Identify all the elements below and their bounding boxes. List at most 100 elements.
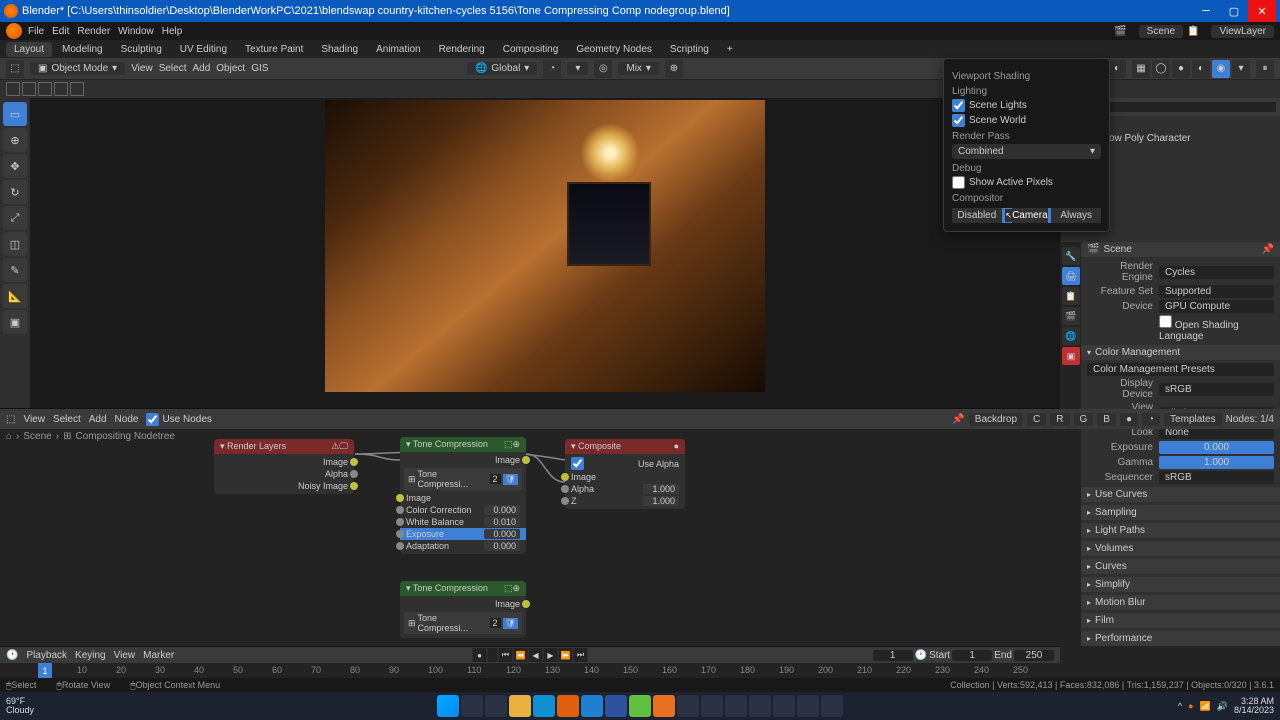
play-reverse-button[interactable]: ◀ bbox=[529, 648, 543, 662]
tab-uvediting[interactable]: UV Editing bbox=[172, 42, 235, 57]
gamma-field[interactable]: 1.000 bbox=[1159, 456, 1274, 469]
scene-selector[interactable]: Scene bbox=[1139, 25, 1183, 38]
jump-prev-button[interactable]: ⏪ bbox=[514, 648, 528, 662]
color-management-section[interactable]: Color Management bbox=[1081, 345, 1280, 360]
sec-performance[interactable]: Performance bbox=[1081, 631, 1280, 646]
tab-sculpting[interactable]: Sculpting bbox=[113, 42, 170, 57]
vscode-icon[interactable] bbox=[581, 695, 603, 717]
search-button[interactable] bbox=[461, 695, 483, 717]
tab-texturepaint[interactable]: Texture Paint bbox=[237, 42, 311, 57]
matprev-shading[interactable]: ◐ bbox=[1192, 60, 1210, 78]
channel-a[interactable]: ● bbox=[1120, 413, 1138, 426]
compositor-disabled[interactable]: Disabled bbox=[952, 208, 1002, 223]
device-selector[interactable]: GPU Compute bbox=[1159, 300, 1274, 313]
solid-shading[interactable]: ● bbox=[1172, 60, 1190, 78]
proptab-render[interactable]: 🔧 bbox=[1062, 247, 1080, 265]
node-menu-node[interactable]: Node bbox=[115, 414, 139, 425]
channel-g[interactable]: G bbox=[1074, 413, 1094, 426]
cursor-icon[interactable]: ⊕ bbox=[665, 60, 683, 78]
render-pass-selector[interactable]: Combined▾ bbox=[952, 144, 1101, 159]
render-engine-selector[interactable]: Cycles bbox=[1159, 266, 1274, 279]
app-icon[interactable] bbox=[797, 695, 819, 717]
exposure-field[interactable]: 0.000 bbox=[1159, 441, 1274, 454]
tab-shading[interactable]: Shading bbox=[313, 42, 366, 57]
menu-select-3d[interactable]: Select bbox=[159, 63, 187, 74]
sequencer-selector[interactable]: sRGB bbox=[1159, 471, 1274, 484]
sec-volumes[interactable]: Volumes bbox=[1081, 541, 1280, 556]
node-menu-select[interactable]: Select bbox=[53, 414, 81, 425]
app-icon[interactable] bbox=[749, 695, 771, 717]
playhead[interactable]: 1 bbox=[38, 663, 52, 679]
addcube-tool[interactable]: ▣ bbox=[3, 310, 27, 334]
proptab-output[interactable]: 🖨 bbox=[1062, 267, 1080, 285]
move-tool[interactable]: ✥ bbox=[3, 154, 27, 178]
explorer-icon[interactable] bbox=[509, 695, 531, 717]
blender-tray-icon[interactable]: ● bbox=[1188, 701, 1193, 711]
channel-b[interactable]: B bbox=[1097, 413, 1116, 426]
menu-render[interactable]: Render bbox=[77, 26, 110, 37]
proptab-scene[interactable]: 🎬 bbox=[1062, 307, 1080, 325]
tl-keying[interactable]: Keying bbox=[75, 650, 106, 661]
proportional-toggle[interactable]: ◎ bbox=[594, 60, 612, 78]
wireframe-shading[interactable]: ◯ bbox=[1152, 60, 1170, 78]
snap-icon[interactable]: ◔ bbox=[1142, 413, 1160, 426]
mix-selector[interactable]: Mix▾ bbox=[618, 62, 659, 75]
blender-icon[interactable] bbox=[653, 695, 675, 717]
proptab-viewlayer[interactable]: 📋 bbox=[1062, 287, 1080, 305]
menu-file[interactable]: File bbox=[28, 26, 44, 37]
app-icon[interactable] bbox=[821, 695, 843, 717]
proptab-world[interactable]: 🌐 bbox=[1062, 327, 1080, 345]
weather-widget[interactable]: 69°FCloudy bbox=[6, 697, 34, 715]
jump-start-button[interactable]: ⏮ bbox=[499, 648, 513, 662]
measure-tool[interactable]: 📐 bbox=[3, 284, 27, 308]
orientation-selector[interactable]: 🌐Global▾ bbox=[467, 62, 537, 75]
compositor-always[interactable]: Always bbox=[1051, 208, 1101, 223]
volume-icon[interactable]: 🔊 bbox=[1217, 701, 1228, 712]
play-button[interactable]: ▶ bbox=[544, 648, 558, 662]
select-mode-1[interactable] bbox=[6, 82, 20, 96]
snap-toggle[interactable]: ◔ bbox=[543, 60, 561, 78]
select-mode-2[interactable] bbox=[22, 82, 36, 96]
scene-world-checkbox[interactable]: Scene World bbox=[952, 114, 1101, 127]
end-frame-field[interactable]: 250 bbox=[1014, 650, 1054, 661]
pin-icon[interactable]: 📌 bbox=[1262, 244, 1274, 255]
annotate-tool[interactable]: ✎ bbox=[3, 258, 27, 282]
channel-r[interactable]: R bbox=[1050, 413, 1069, 426]
node-menu-add[interactable]: Add bbox=[89, 414, 107, 425]
overlay-icon[interactable]: ◐ bbox=[1108, 60, 1126, 78]
sec-lightpaths[interactable]: Light Paths bbox=[1081, 523, 1280, 538]
pause-render-button[interactable]: ⏸ bbox=[1256, 60, 1274, 78]
taskview-button[interactable] bbox=[485, 695, 507, 717]
tl-playback[interactable]: Playback bbox=[26, 650, 67, 661]
maximize-button[interactable]: ▢ bbox=[1220, 0, 1248, 22]
tl-marker[interactable]: Marker bbox=[143, 650, 174, 661]
menu-gis[interactable]: GIS bbox=[251, 63, 268, 74]
cursor-tool[interactable]: ⊕ bbox=[3, 128, 27, 152]
autokeying-toggle[interactable]: ● bbox=[473, 648, 487, 662]
clock-icon[interactable]: 🕐 bbox=[915, 650, 927, 661]
sec-motionblur[interactable]: Motion Blur bbox=[1081, 595, 1280, 610]
display-device[interactable]: sRGB bbox=[1159, 383, 1274, 396]
feature-set-selector[interactable]: Supported bbox=[1159, 285, 1274, 298]
minimize-button[interactable]: ─ bbox=[1192, 0, 1220, 22]
menu-window[interactable]: Window bbox=[118, 26, 154, 37]
app-icon[interactable] bbox=[629, 695, 651, 717]
app-icon[interactable] bbox=[773, 695, 795, 717]
timeline-icon[interactable]: 🕐 bbox=[6, 650, 18, 661]
tab-layout[interactable]: Layout bbox=[6, 42, 52, 57]
select-mode-3[interactable] bbox=[38, 82, 52, 96]
use-nodes-checkbox[interactable]: Use Nodes bbox=[146, 413, 211, 426]
tone-compression-node[interactable]: ▾ Tone Compression⬚⊕ Image ⊞Tone Compres… bbox=[400, 437, 526, 554]
rendered-shading[interactable]: ◉ bbox=[1212, 60, 1230, 78]
proptab-object[interactable]: ▣ bbox=[1062, 347, 1080, 365]
editor-type-icon[interactable]: ⬚ bbox=[6, 60, 24, 78]
templates-menu[interactable]: Templates bbox=[1164, 413, 1222, 426]
menu-object-3d[interactable]: Object bbox=[216, 63, 245, 74]
app-icon[interactable] bbox=[605, 695, 627, 717]
sec-usecurves[interactable]: Use Curves bbox=[1081, 487, 1280, 502]
tab-modeling[interactable]: Modeling bbox=[54, 42, 111, 57]
app-icon[interactable] bbox=[677, 695, 699, 717]
menu-help[interactable]: Help bbox=[162, 26, 183, 37]
scene-name[interactable]: Scene bbox=[1103, 244, 1131, 255]
sec-sampling[interactable]: Sampling bbox=[1081, 505, 1280, 520]
